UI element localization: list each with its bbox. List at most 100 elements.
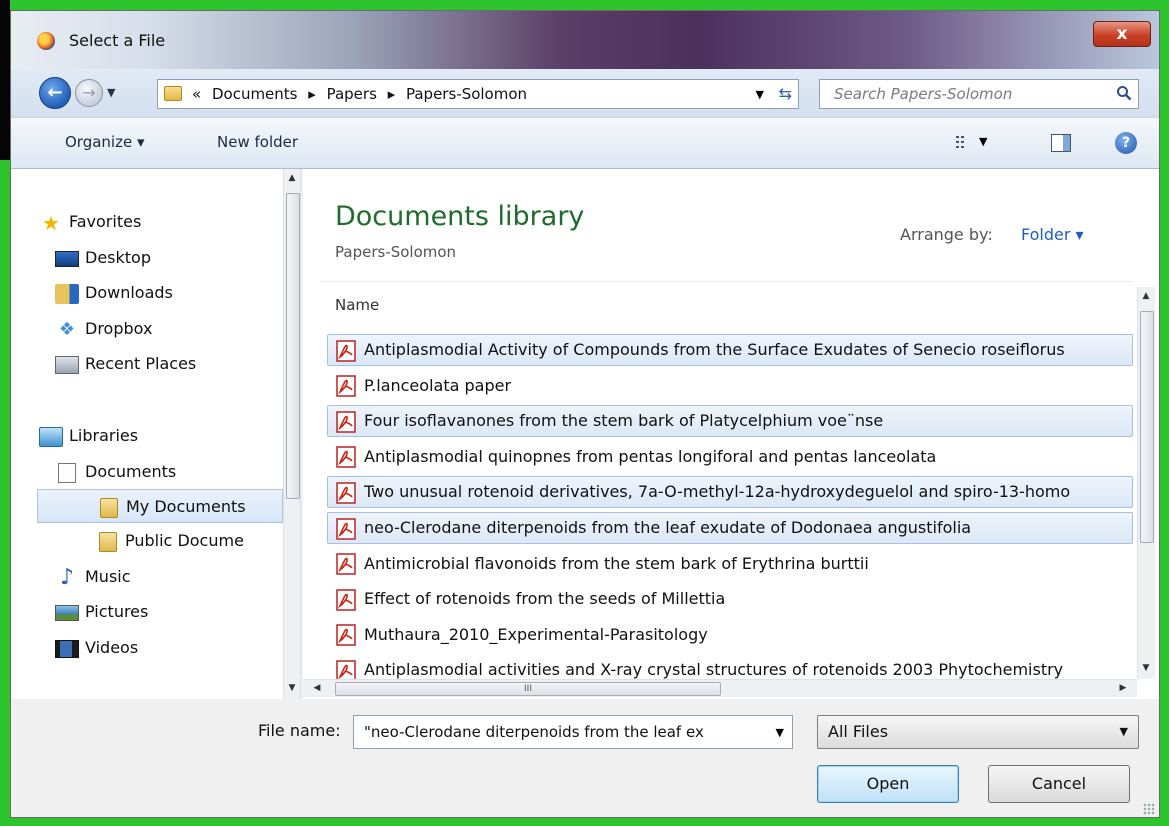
file-name: Four isoflavanones from the stem bark of… — [364, 411, 884, 431]
file-row[interactable]: Antiplasmodial quinopnes from pentas lon… — [327, 441, 1133, 473]
horizontal-scroll-thumb[interactable]: III — [335, 682, 721, 696]
nav-label: My Documents — [126, 497, 246, 516]
title-bar[interactable]: Select a File x — [11, 11, 1159, 69]
refresh-icon[interactable]: ⇆ — [779, 84, 792, 103]
nav-scrollbar[interactable]: ▲ ▼ — [283, 169, 300, 699]
file-name-dropdown-icon[interactable]: ▼ — [776, 726, 784, 739]
pdf-file-icon — [336, 482, 356, 504]
dropbox-icon: ❖ — [58, 318, 76, 340]
file-type-value: All Files — [828, 722, 889, 741]
pdf-file-icon — [336, 339, 356, 362]
nav-public-documents[interactable]: Public Docume — [99, 524, 244, 558]
breadcrumb-separator[interactable]: ▸ — [308, 85, 316, 103]
file-row[interactable]: P.lanceolata paper — [327, 370, 1133, 402]
help-icon[interactable]: ? — [1115, 132, 1137, 154]
scroll-left-icon[interactable]: ◀ — [309, 683, 325, 693]
view-dropdown-icon[interactable]: ▼ — [979, 135, 987, 148]
new-folder-button[interactable]: New folder — [217, 133, 298, 151]
pdf-file-icon — [336, 517, 356, 540]
nav-label: Downloads — [85, 283, 173, 302]
scroll-down-icon[interactable]: ▼ — [284, 683, 300, 693]
file-name-combo[interactable]: ▼ — [353, 715, 793, 749]
file-row[interactable]: Antimicrobial flavonoids from the stem b… — [327, 548, 1133, 580]
pdf-file-icon — [336, 375, 356, 397]
file-list-horizontal-scrollbar[interactable]: ◀ III ▶ — [303, 679, 1137, 697]
open-button[interactable]: Open — [817, 765, 959, 803]
file-name: Antiplasmodial Activity of Compounds fro… — [364, 340, 1065, 359]
file-row[interactable]: Four isoflavanones from the stem bark of… — [327, 405, 1133, 438]
nav-documents[interactable]: Documents — [55, 455, 176, 489]
nav-videos[interactable]: Videos — [55, 631, 138, 665]
nav-music[interactable]: ♪ Music — [55, 560, 131, 594]
music-icon: ♪ — [59, 564, 75, 590]
file-name-label: File name: — [258, 721, 341, 740]
nav-downloads[interactable]: Downloads — [55, 276, 173, 310]
file-name: P.lanceolata paper — [364, 375, 512, 395]
recent-locations-dropdown[interactable]: ▼ — [107, 86, 115, 99]
videos-icon — [55, 639, 79, 658]
file-list-vertical-scrollbar[interactable]: ▲ ▼ — [1137, 287, 1155, 679]
cancel-button[interactable]: Cancel — [988, 765, 1130, 803]
breadcrumb-papers-solomon[interactable]: Papers-Solomon — [406, 85, 527, 103]
search-input[interactable] — [820, 80, 1110, 108]
breadcrumb: « Documents ▸ Papers ▸ Papers-Solomon — [192, 85, 533, 103]
close-button[interactable]: x — [1093, 21, 1151, 47]
file-row[interactable]: Effect of rotenoids from the seeds of Mi… — [327, 583, 1133, 615]
vertical-scroll-thumb[interactable] — [1140, 311, 1154, 543]
nav-scroll-thumb[interactable] — [286, 193, 300, 499]
downloads-folder-icon — [55, 283, 79, 304]
organize-button[interactable]: Organize ▾ — [65, 133, 145, 151]
nav-label: Pictures — [85, 602, 149, 621]
recent-places-icon — [55, 355, 79, 374]
resize-grip[interactable] — [1143, 803, 1155, 815]
scroll-up-icon[interactable]: ▲ — [1138, 291, 1154, 301]
address-field[interactable]: « Documents ▸ Papers ▸ Papers-Solomon ▼ … — [157, 79, 799, 109]
folder-icon — [99, 531, 117, 552]
back-button[interactable]: ← — [39, 77, 71, 109]
column-header-name[interactable]: Name — [335, 296, 379, 314]
nav-recent-places[interactable]: Recent Places — [55, 347, 196, 381]
breadcrumb-overflow[interactable]: « — [192, 85, 201, 103]
window-title: Select a File — [69, 31, 166, 50]
library-subtitle: Papers-Solomon — [335, 243, 457, 261]
nav-pictures[interactable]: Pictures — [55, 595, 148, 629]
arrange-by-dropdown[interactable]: Folder ▾ — [1021, 225, 1084, 244]
nav-label: Desktop — [85, 248, 151, 267]
nav-libraries[interactable]: Libraries — [39, 419, 138, 453]
scroll-down-icon[interactable]: ▼ — [1138, 663, 1154, 673]
nav-dropbox[interactable]: ❖ Dropbox — [55, 312, 153, 346]
preview-pane-icon[interactable] — [1051, 134, 1071, 152]
star-icon: ★ — [42, 210, 60, 235]
nav-my-documents[interactable]: My Documents — [37, 489, 283, 523]
scroll-right-icon[interactable]: ▶ — [1115, 683, 1131, 693]
pdf-file-icon — [336, 588, 356, 611]
file-row[interactable]: Muthaura_2010_Experimental-Parasitology — [327, 619, 1133, 651]
breadcrumb-separator[interactable]: ▸ — [388, 85, 396, 103]
arrange-by-label: Arrange by: — [900, 225, 993, 244]
file-name-input[interactable] — [354, 716, 764, 748]
nav-label: Public Docume — [125, 531, 244, 550]
nav-desktop[interactable]: Desktop — [55, 241, 151, 275]
firefox-icon — [37, 32, 55, 50]
scroll-up-icon[interactable]: ▲ — [284, 173, 300, 183]
file-row[interactable]: Antiplasmodial Activity of Compounds fro… — [327, 334, 1133, 366]
file-name: Effect of rotenoids from the seeds of Mi… — [364, 589, 726, 609]
nav-label: Favorites — [69, 212, 142, 231]
breadcrumb-documents[interactable]: Documents — [212, 85, 298, 103]
file-row[interactable]: Two unusual rotenoid derivatives, 7a-O-m… — [327, 476, 1133, 509]
search-icon[interactable] — [1116, 85, 1132, 101]
file-row[interactable]: neo-Clerodane diterpenoids from the leaf… — [327, 512, 1133, 544]
view-options-icon[interactable] — [955, 134, 973, 150]
nav-favorites[interactable]: ★ Favorites — [39, 205, 141, 239]
pictures-icon — [55, 604, 79, 621]
pdf-file-icon — [336, 446, 356, 469]
chevron-down-icon: ▼ — [1119, 725, 1128, 738]
address-dropdown-icon[interactable]: ▼ — [756, 88, 764, 101]
nav-label: Dropbox — [85, 319, 153, 338]
pdf-file-icon — [336, 410, 356, 433]
file-type-filter[interactable]: All Files ▼ — [817, 715, 1139, 749]
folder-icon — [164, 86, 182, 101]
forward-button[interactable]: → — [75, 79, 103, 107]
breadcrumb-papers[interactable]: Papers — [327, 85, 377, 103]
search-box[interactable] — [819, 79, 1139, 109]
